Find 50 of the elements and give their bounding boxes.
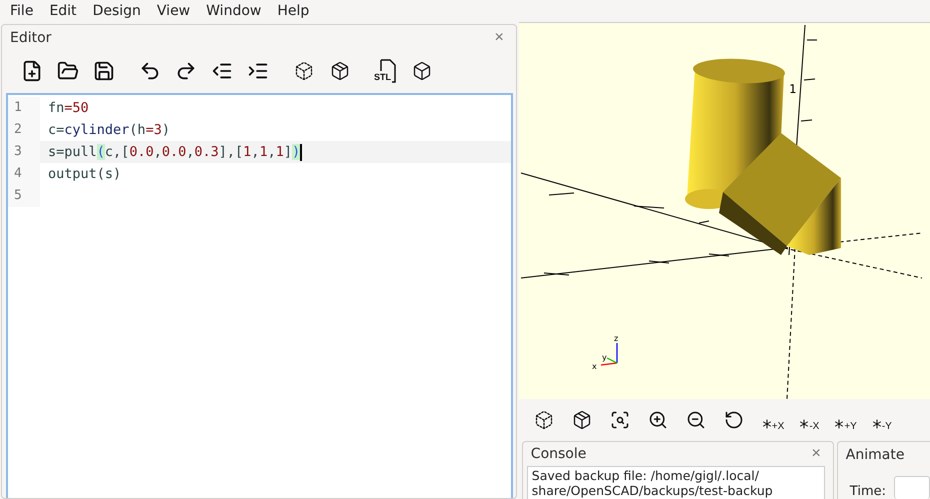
zoom-fit-icon xyxy=(610,410,630,430)
view-axis-button[interactable]: -X xyxy=(792,404,824,436)
menu-item[interactable]: File xyxy=(2,3,42,19)
3d-viewport[interactable]: 1 z y x xyxy=(518,22,930,399)
code-line: output(s) xyxy=(47,166,122,182)
panel-title: Animate xyxy=(846,447,904,463)
undo-icon xyxy=(139,60,161,82)
menu-item[interactable]: Design xyxy=(84,3,149,19)
folder-icon xyxy=(57,60,79,82)
z-axis-label: z xyxy=(614,334,618,343)
cube-icon xyxy=(572,410,592,430)
console-line: share/OpenSCAD/backups/test-backup xyxy=(532,483,774,498)
time-field[interactable] xyxy=(894,476,930,499)
menu-item[interactable]: Window xyxy=(198,3,270,19)
line-number: 5 xyxy=(8,185,40,207)
code-line: s=pull(c,[0.0,0.0,0.3],[1,1,1]) xyxy=(47,144,302,160)
code-line: fn=50 xyxy=(47,100,89,116)
time-label: Time: xyxy=(850,484,886,499)
panel-title: Console xyxy=(530,446,586,462)
code-editor[interactable]: 1 fn=50 2 c=cylinder(h=3) 3 s=pull(c,[0.0,0.0,0.3],[1,1,1]) 4 output(s) 5 xyxy=(6,93,513,498)
menu-item[interactable]: Edit xyxy=(41,3,85,19)
cube-icon xyxy=(412,61,432,81)
line-number: 4 xyxy=(8,163,40,185)
axis-indicator-drawing xyxy=(600,343,618,366)
view-axis-button[interactable]: +X xyxy=(754,404,788,436)
line-number: 2 xyxy=(8,119,40,141)
line-number: 1 xyxy=(8,97,40,119)
new-file-icon xyxy=(21,60,43,82)
close-button[interactable]: × xyxy=(807,445,825,463)
reset-view-icon xyxy=(724,410,744,430)
close-button[interactable]: × xyxy=(490,29,508,47)
panel-title: Editor xyxy=(10,30,52,46)
x-axis-label: x xyxy=(592,362,597,371)
dotted-cube-icon xyxy=(294,61,314,81)
view-axis-button[interactable]: +Y xyxy=(827,404,861,436)
view-axis-button[interactable]: -Y xyxy=(864,404,896,436)
menu-item[interactable]: View xyxy=(148,3,198,19)
axis-tick-label: 1 xyxy=(788,82,796,96)
redo-icon xyxy=(175,60,197,82)
y-axis-label: y xyxy=(602,353,607,362)
zoom-in-icon xyxy=(648,410,668,430)
zoom-out-icon xyxy=(686,410,706,430)
line-number: 3 xyxy=(8,141,40,163)
text-cursor xyxy=(300,144,302,160)
cube-icon xyxy=(330,61,350,81)
console-line: Saved backup file: /home/gigl/.local/ xyxy=(532,468,760,483)
menu-item[interactable]: Help xyxy=(269,3,318,19)
code-line: c=cylinder(h=3) xyxy=(47,122,170,138)
dotted-cube-icon xyxy=(534,410,554,430)
export-stl-button[interactable]: STL xyxy=(368,55,404,87)
